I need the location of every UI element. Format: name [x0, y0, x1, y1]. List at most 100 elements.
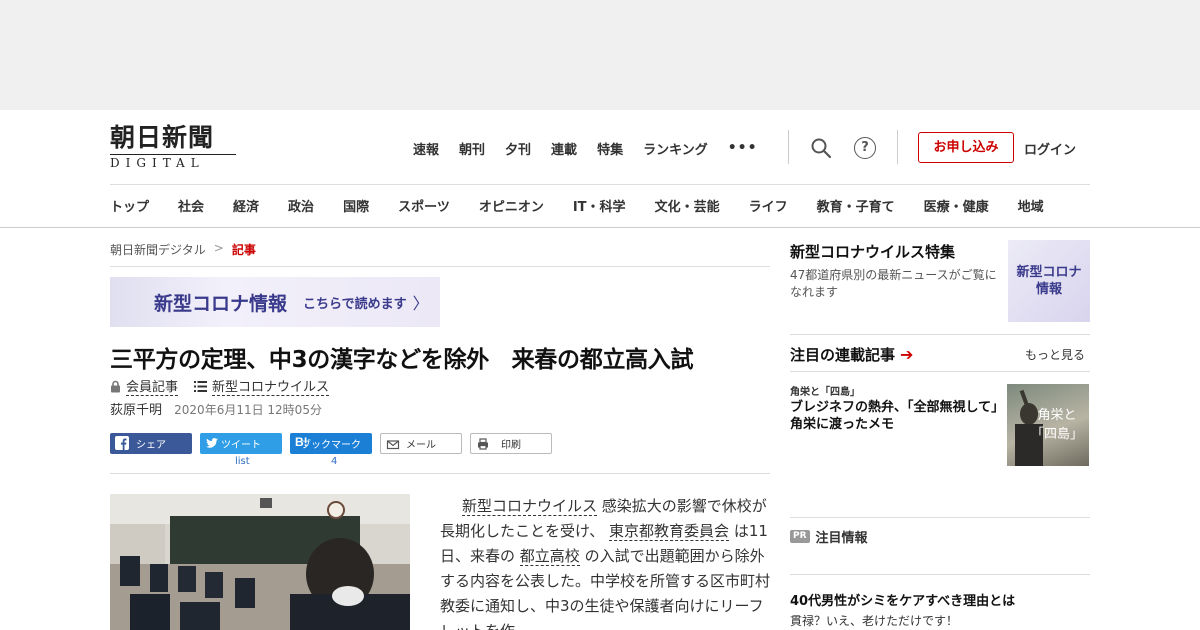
mail-share-button[interactable]: メール	[380, 433, 462, 454]
thumb-text: 情報	[1035, 282, 1062, 297]
twitter-share-label: ツイート	[221, 440, 261, 451]
hatena-bookmark-label: ブックマーク	[301, 440, 361, 451]
byline: 荻原千明 2020年6月11日 12時05分	[110, 399, 322, 418]
breadcrumb-separator: >	[213, 241, 224, 255]
lock-icon	[111, 380, 120, 392]
topnav-item-rensai[interactable]: 連載	[551, 139, 577, 158]
header-divider	[788, 130, 789, 164]
site-logo[interactable]: 朝日新聞 DIGITAL	[110, 124, 242, 170]
divider	[790, 371, 1090, 372]
twitter-bird-icon	[206, 438, 218, 448]
help-icon[interactable]: ?	[854, 137, 876, 159]
category-health[interactable]: 医療・健康	[924, 196, 989, 216]
body-link-metro-high[interactable]: 都立高校	[519, 547, 580, 566]
mail-share-label: メール	[406, 440, 436, 451]
top-nav: 速報 朝刊 夕刊 連載 特集 ランキング •••	[413, 138, 758, 158]
topnav-item-tokushu[interactable]: 特集	[597, 139, 623, 158]
category-life[interactable]: ライフ	[749, 196, 788, 216]
thumb-text: 角栄と	[1037, 408, 1077, 423]
category-politics[interactable]: 政治	[288, 196, 314, 216]
print-label: 印刷	[501, 440, 521, 451]
category-education[interactable]: 教育・子育て	[817, 196, 895, 216]
category-top[interactable]: トップ	[110, 196, 149, 216]
serial-heading-text: 注目の連載記事	[790, 346, 896, 364]
covid-special-desc: 47都道府県別の最新ニュースがご覧になれます	[790, 268, 997, 299]
topic-link[interactable]: 新型コロナウイルス	[212, 376, 330, 396]
divider	[110, 266, 770, 267]
logo-sub-text: DIGITAL	[110, 154, 236, 170]
member-article-link[interactable]: 会員記事	[126, 376, 179, 396]
topnav-item-yukan[interactable]: 夕刊	[505, 139, 531, 158]
share-bar: シェア ツイート B! ブックマーク メール 印刷	[110, 433, 552, 454]
category-opinion[interactable]: オピニオン	[479, 196, 544, 216]
ad-banner-area	[0, 0, 1200, 110]
category-nav: トップ 社会 経済 政治 国際 スポーツ オピニオン IT・科学 文化・芸能 ラ…	[110, 196, 1044, 216]
covid-special-title[interactable]: 新型コロナウイルス特集	[790, 241, 955, 262]
chevron-right-icon: 〉	[412, 294, 429, 313]
arrow-right-icon: ➔	[900, 345, 914, 364]
pr-label: 注目情報	[815, 531, 868, 546]
more-menu-icon[interactable]: •••	[728, 140, 758, 156]
breadcrumb-home[interactable]: 朝日新聞デジタル	[110, 241, 206, 258]
article-headline: 三平方の定理、中3の漢字などを除外 来春の都立高入試	[110, 347, 694, 373]
thumb-text: 「四島」	[1030, 427, 1083, 442]
category-economy[interactable]: 経済	[233, 196, 259, 216]
mail-icon	[386, 440, 400, 450]
facebook-icon	[115, 436, 129, 450]
logo-main-text: 朝日新聞	[110, 123, 215, 152]
list-icon	[194, 380, 208, 392]
banner-cta: こちらで読めます	[303, 296, 407, 312]
article-photo[interactable]	[110, 494, 410, 630]
serial-section-heading: 注目の連載記事 ➔	[790, 344, 913, 365]
facebook-share-button[interactable]: シェア	[110, 433, 192, 454]
printer-icon	[478, 438, 488, 450]
site-header: 朝日新聞 DIGITAL 速報 朝刊 夕刊 連載 特集 ランキング ••• ? …	[0, 110, 1200, 228]
pr-badge: PR	[790, 530, 810, 543]
header-divider	[897, 130, 898, 164]
promo-title[interactable]: 40代男性がシミをケアすべき理由とは	[790, 590, 1015, 609]
pr-section-heading: PR 注目情報	[790, 527, 868, 546]
more-link[interactable]: もっと見る	[1025, 346, 1085, 363]
author-name: 荻原千明	[110, 403, 163, 418]
covid-info-banner[interactable]: 新型コロナ情報 こちらで読めます 〉	[110, 277, 440, 327]
covid-special-thumbnail[interactable]: 新型コロナ 情報	[1008, 240, 1090, 322]
breadcrumb-current: 記事	[231, 243, 256, 257]
topnav-item-sokuho[interactable]: 速報	[413, 139, 439, 158]
hatena-bookmark-button[interactable]: B! ブックマーク	[290, 433, 372, 454]
twitter-share-button[interactable]: ツイート	[200, 433, 282, 454]
facebook-share-label: シェア	[136, 440, 166, 451]
category-society[interactable]: 社会	[178, 196, 204, 216]
category-international[interactable]: 国際	[343, 196, 369, 216]
login-link[interactable]: ログイン	[1024, 139, 1076, 158]
body-link-covid[interactable]: 新型コロナウイルス	[462, 497, 598, 516]
serial-article-title[interactable]: ブレジネフの熱弁、「全部無視して」 角栄に渡ったメモ	[790, 399, 1011, 433]
category-sports[interactable]: スポーツ	[398, 196, 450, 216]
article-meta: 会員記事 新型コロナウイルス	[110, 376, 330, 396]
category-it-science[interactable]: IT・科学	[573, 196, 626, 216]
banner-title: 新型コロナ情報	[154, 292, 288, 315]
print-button[interactable]: 印刷	[470, 433, 552, 454]
thumb-text: 新型コロナ	[1016, 265, 1082, 280]
topnav-item-choukan[interactable]: 朝刊	[459, 139, 485, 158]
serial-thumb-label: 角栄と 「四島」	[1031, 406, 1083, 444]
serial-tag: 角栄と「四島」	[790, 387, 860, 398]
topnav-item-ranking[interactable]: ランキング	[643, 139, 708, 158]
promo-subtitle: 貫禄？いえ、老けただけです！	[790, 614, 959, 628]
breadcrumb: 朝日新聞デジタル > 記事	[110, 241, 256, 258]
body-link-tokyo-board[interactable]: 東京都教育委員会	[609, 522, 730, 541]
divider	[790, 517, 1090, 518]
divider	[790, 334, 1090, 335]
header-divider-line	[110, 184, 1090, 185]
category-culture[interactable]: 文化・芸能	[655, 196, 720, 216]
serial-thumbnail[interactable]: 角栄と 「四島」	[1007, 384, 1089, 466]
category-region[interactable]: 地域	[1018, 196, 1044, 216]
search-icon[interactable]	[810, 137, 832, 159]
apply-button[interactable]: お申し込み	[918, 132, 1014, 163]
twitter-count[interactable]: list	[235, 456, 250, 467]
divider	[110, 473, 770, 474]
publish-date: 2020年6月11日 12時05分	[174, 403, 322, 417]
article-body: 新型コロナウイルス 感染拡大の影響で休校が長期化したことを受け、 東京都教育委員…	[440, 494, 770, 630]
divider	[790, 574, 1090, 575]
hatena-b-icon: B!	[295, 435, 308, 449]
hatena-count[interactable]: 4	[331, 456, 337, 467]
